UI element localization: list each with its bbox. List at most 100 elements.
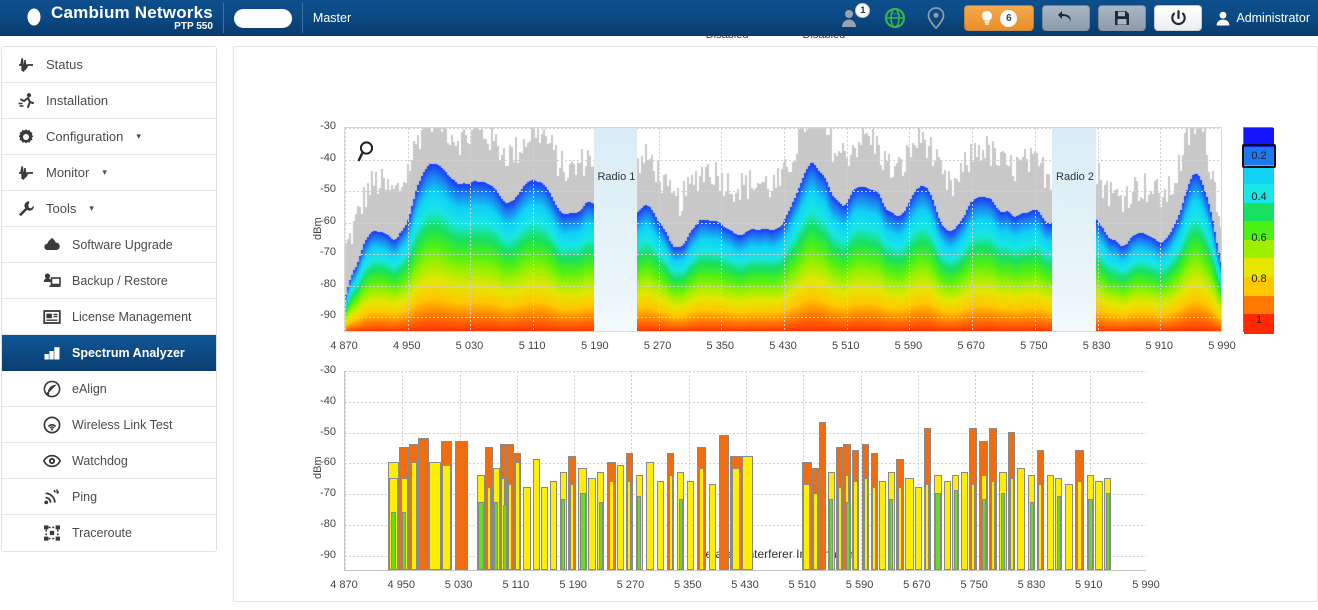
spectrum-y-tick: -40 <box>306 152 336 164</box>
interferer-bar-segment <box>819 422 826 570</box>
interferer-x-tick: 5 990 <box>1116 579 1176 591</box>
sidebar-item-installation[interactable]: Installation <box>2 83 216 119</box>
bar-chart-icon <box>42 343 62 363</box>
sidebar-item-label: Wireless Link Test <box>72 418 173 432</box>
interferer-bar-segment <box>709 484 716 570</box>
sidebar-item-ping[interactable]: Ping <box>2 479 216 515</box>
upload-cloud-icon <box>42 235 62 255</box>
location-pin-icon[interactable] <box>926 7 946 29</box>
sidebar-item-monitor[interactable]: Monitor▾ <box>2 155 216 191</box>
interferer-bar-segment <box>657 481 664 570</box>
magnifier-icon[interactable] <box>357 140 379 162</box>
interferer-bar-segment <box>872 487 876 570</box>
interferer-y-tick: -50 <box>306 426 336 438</box>
interferer-x-tick: 5 670 <box>887 579 947 591</box>
radio-label: Radio 1 <box>597 171 635 183</box>
header-divider-2 <box>302 3 303 33</box>
sidebar-item-traceroute[interactable]: Traceroute <box>2 515 216 551</box>
traceroute-icon <box>42 523 62 543</box>
eye-icon <box>42 451 62 471</box>
spectrum-density-chart: dBm -30-40-50-60-70-80-90 4 8704 9505 03… <box>234 75 1318 315</box>
gridline-h <box>345 371 1146 372</box>
sidebar-item-license-management[interactable]: License Management <box>2 299 216 335</box>
interferer-bar-segment <box>1077 481 1083 570</box>
interferer-bar-segment <box>889 499 893 570</box>
spectrum-plot-area[interactable]: Radio 1Radio 2 <box>344 127 1222 332</box>
save-button[interactable] <box>1098 5 1146 31</box>
sidebar-item-software-upgrade[interactable]: Software Upgrade <box>2 227 216 263</box>
header-button-group: 6 <box>964 5 1202 31</box>
interferer-x-tick: 5 750 <box>944 579 1004 591</box>
interferer-x-tick: 5 270 <box>600 579 660 591</box>
interferer-bar-segment <box>1030 502 1034 570</box>
gear-icon <box>16 127 36 147</box>
gridline-v <box>470 128 471 331</box>
interferer-bar-segment <box>935 493 941 570</box>
alerts-badge: 1 <box>855 3 870 18</box>
interferer-bar-segment <box>1088 499 1092 570</box>
chevron-down-icon: ▾ <box>136 131 141 142</box>
sidebar-item-label: Backup / Restore <box>72 274 168 288</box>
interferer-x-tick: 5 830 <box>1001 579 1061 591</box>
wireless-icon <box>42 415 62 435</box>
content-panel: dBm -30-40-50-60-70-80-90 4 8704 9505 03… <box>233 46 1318 602</box>
header-actions: 1 6 <box>832 5 1318 31</box>
sidebar-nav: StatusInstallation Configuration ▾ Monitor▾… <box>1 46 217 552</box>
interferer-bar-segment <box>637 496 641 570</box>
globe-icon[interactable] <box>884 7 906 29</box>
gridline-h <box>345 433 1146 434</box>
spectrum-y-tick: -50 <box>306 183 336 195</box>
interferer-y-tick: -30 <box>306 364 336 376</box>
current-user[interactable]: Administrator <box>1216 11 1310 26</box>
spectrum-colorbar[interactable]: 0.20.40.60.81 <box>1243 127 1273 332</box>
gridline-v <box>408 128 409 331</box>
colorbar-segment <box>1244 203 1274 222</box>
interferer-bar-segment <box>561 499 565 570</box>
events-button[interactable]: 6 <box>964 5 1034 31</box>
interferer-bar-segment <box>669 475 673 570</box>
power-button[interactable] <box>1154 5 1202 31</box>
interferer-x-tick: 4 950 <box>371 579 431 591</box>
colorbar-selected-marker[interactable] <box>1242 144 1276 168</box>
clipped-legend-row: Disabled Disabled <box>233 36 1318 46</box>
sidebar-item-spectrum-analyzer[interactable]: Spectrum Analyzer <box>2 335 216 371</box>
current-user-label: Administrator <box>1236 11 1310 25</box>
events-badge: 6 <box>1000 10 1017 27</box>
interferer-bar-segment <box>1065 484 1072 570</box>
sidebar-item-configuration[interactable]: Configuration ▾ <box>2 119 216 155</box>
device-name-field[interactable] <box>234 9 292 28</box>
interferer-bar-segment <box>699 468 705 570</box>
interferer-bar-segment <box>971 484 975 570</box>
sidebar-item-watchdog[interactable]: Watchdog <box>2 443 216 479</box>
interferer-bar-segment <box>687 481 694 570</box>
interferer-bar-segment <box>905 478 914 570</box>
interferer-x-tick: 5 030 <box>429 579 489 591</box>
wrench-icon <box>16 199 36 219</box>
interferer-bar-segment <box>541 487 548 570</box>
gridline-h <box>345 402 1146 403</box>
sidebar-item-backup-restore[interactable]: Backup / Restore <box>2 263 216 299</box>
interferer-plot-area[interactable] <box>344 371 1146 571</box>
spectrum-y-tick: -60 <box>306 215 336 227</box>
interferer-bar-segment <box>391 512 396 570</box>
interferer-bar-segment <box>1038 484 1042 570</box>
detailed-interferer-chart: dBm -30-40-50-60-70-80-90 4 8704 9505 03… <box>234 319 1318 589</box>
undo-button[interactable] <box>1042 5 1090 31</box>
interferer-bar-segment <box>1095 481 1102 570</box>
alerts-button[interactable]: 1 <box>840 7 862 29</box>
radio-band-2 <box>1052 128 1096 331</box>
sidebar-item-ealign[interactable]: eAlign <box>2 371 216 407</box>
interferer-x-tick: 4 870 <box>314 579 374 591</box>
sidebar-item-tools[interactable]: Tools▾ <box>2 191 216 227</box>
interferer-bar-segment <box>478 502 484 570</box>
cambium-logo-icon <box>10 4 44 32</box>
interferer-bar-segment <box>588 478 595 570</box>
interferer-bar-segment <box>515 462 519 570</box>
interferer-bar-segment <box>1047 475 1054 570</box>
interferer-bar-segment <box>961 472 968 570</box>
sidebar-item-wireless-link-test[interactable]: Wireless Link Test <box>2 407 216 443</box>
sidebar-item-status[interactable]: Status <box>2 47 216 83</box>
sidebar-item-label: Configuration <box>46 129 123 144</box>
interferer-bar-segment <box>411 462 417 570</box>
ping-icon <box>42 487 62 507</box>
